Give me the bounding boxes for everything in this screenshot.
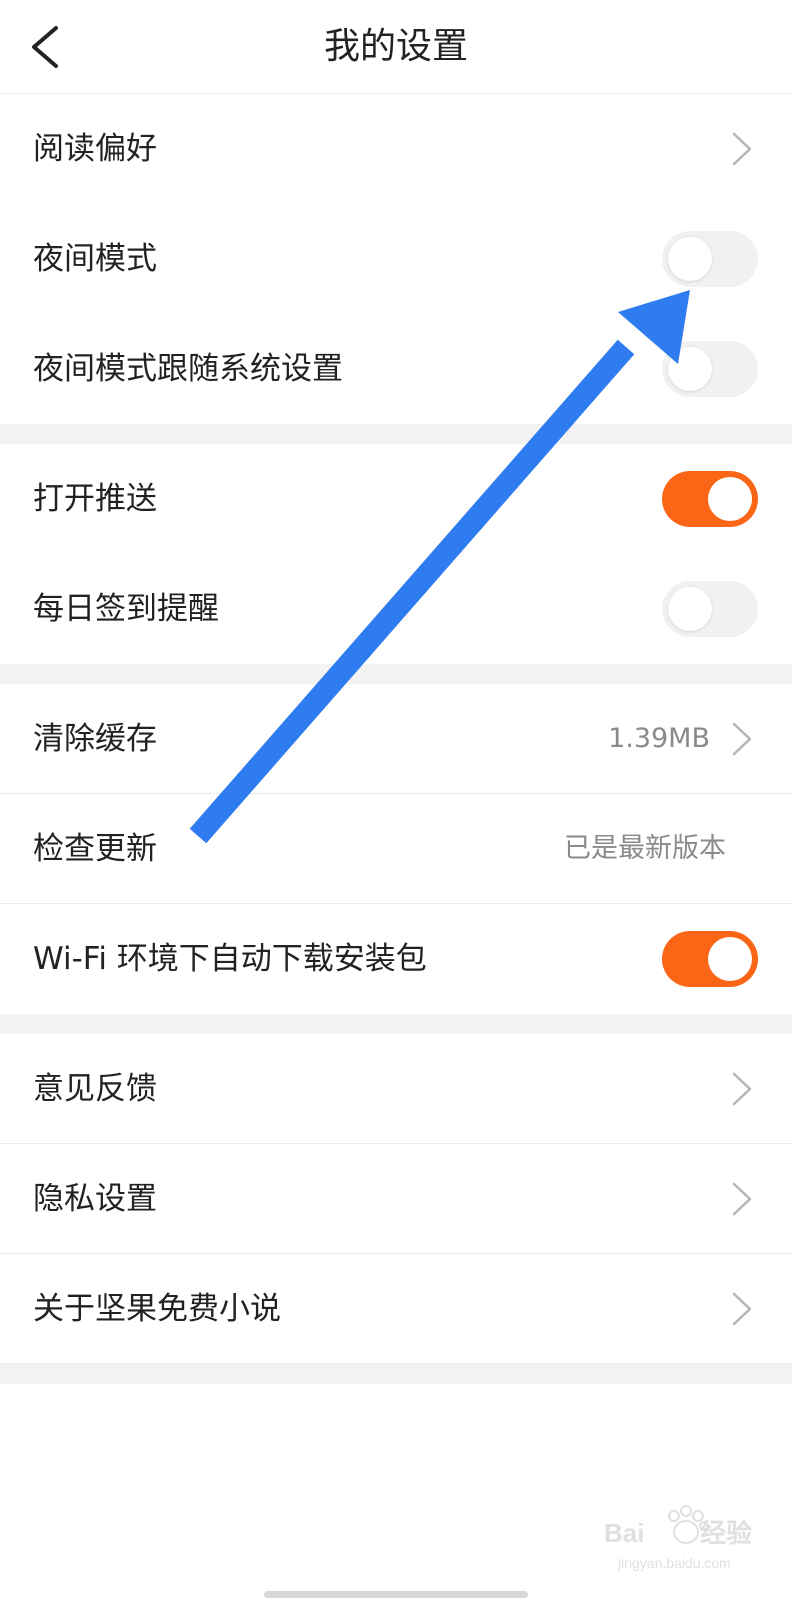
settings-group-display: 阅读偏好 夜间模式 夜间模式跟随系统设置 xyxy=(0,94,792,424)
row-label: 夜间模式 xyxy=(33,241,157,277)
row-check-update[interactable]: 检查更新 已是最新版本 xyxy=(0,794,792,904)
settings-screen: 我的设置 阅读偏好 夜间模式 夜间模式跟随系统设置 打开推送 每日签到提醒 清除… xyxy=(0,0,792,1600)
row-about-app[interactable]: 关于坚果免费小说 xyxy=(0,1254,792,1364)
row-label: 每日签到提醒 xyxy=(33,591,219,627)
row-label: 夜间模式跟随系统设置 xyxy=(33,351,343,387)
settings-group-about: 意见反馈 隐私设置 关于坚果免费小说 xyxy=(0,1034,792,1364)
toggle-knob xyxy=(668,347,712,391)
svg-text:Bai: Bai xyxy=(604,1518,644,1548)
row-daily-checkin-reminder: 每日签到提醒 xyxy=(0,554,792,664)
row-label: 意见反馈 xyxy=(33,1071,157,1107)
svg-text:jingyan.baidu.com: jingyan.baidu.com xyxy=(617,1555,731,1571)
update-status-value: 已是最新版本 xyxy=(564,833,726,864)
row-push: 打开推送 xyxy=(0,444,792,554)
svg-text:经验: 经验 xyxy=(700,1518,752,1548)
toggle-knob xyxy=(708,477,752,521)
row-night-mode-follow-system: 夜间模式跟随系统设置 xyxy=(0,314,792,424)
toggle-knob xyxy=(708,937,752,981)
section-divider xyxy=(0,424,792,444)
section-divider xyxy=(0,1364,792,1384)
row-privacy-settings[interactable]: 隐私设置 xyxy=(0,1144,792,1254)
wifi-auto-download-toggle[interactable] xyxy=(662,931,758,987)
row-wifi-auto-download: Wi-Fi 环境下自动下载安装包 xyxy=(0,904,792,1014)
chevron-right-icon xyxy=(732,1292,752,1326)
toggle-knob xyxy=(668,587,712,631)
top-bar: 我的设置 xyxy=(0,0,792,94)
chevron-right-icon xyxy=(732,132,752,166)
chevron-right-icon xyxy=(732,722,752,756)
daily-checkin-reminder-toggle[interactable] xyxy=(662,581,758,637)
row-night-mode: 夜间模式 xyxy=(0,204,792,314)
cache-size-value: 1.39MB xyxy=(608,723,710,754)
settings-group-notifications: 打开推送 每日签到提醒 xyxy=(0,444,792,664)
section-divider xyxy=(0,1014,792,1034)
row-feedback[interactable]: 意见反馈 xyxy=(0,1034,792,1144)
page-title: 我的设置 xyxy=(323,26,468,67)
row-label: 打开推送 xyxy=(33,481,157,517)
night-mode-follow-system-toggle[interactable] xyxy=(662,341,758,397)
home-indicator[interactable] xyxy=(264,1591,528,1598)
toggle-knob xyxy=(668,237,712,281)
row-label: 检查更新 xyxy=(33,831,157,867)
row-label: 关于坚果免费小说 xyxy=(33,1291,281,1327)
row-clear-cache[interactable]: 清除缓存 1.39MB xyxy=(0,684,792,794)
row-label: 隐私设置 xyxy=(33,1181,157,1217)
chevron-right-icon xyxy=(732,1072,752,1106)
row-label: Wi-Fi 环境下自动下载安装包 xyxy=(33,941,427,977)
baidu-jingyan-watermark: Bai 经验 jingyan.baidu.com xyxy=(604,1505,752,1571)
row-reading-preference[interactable]: 阅读偏好 xyxy=(0,94,792,204)
night-mode-toggle[interactable] xyxy=(662,231,758,287)
chevron-right-icon xyxy=(732,1182,752,1216)
settings-group-storage: 清除缓存 1.39MB 检查更新 已是最新版本 Wi-Fi 环境下自动下载安装包 xyxy=(0,684,792,1014)
row-label: 清除缓存 xyxy=(33,721,157,757)
row-label: 阅读偏好 xyxy=(33,131,157,167)
push-toggle[interactable] xyxy=(662,471,758,527)
section-divider xyxy=(0,664,792,684)
